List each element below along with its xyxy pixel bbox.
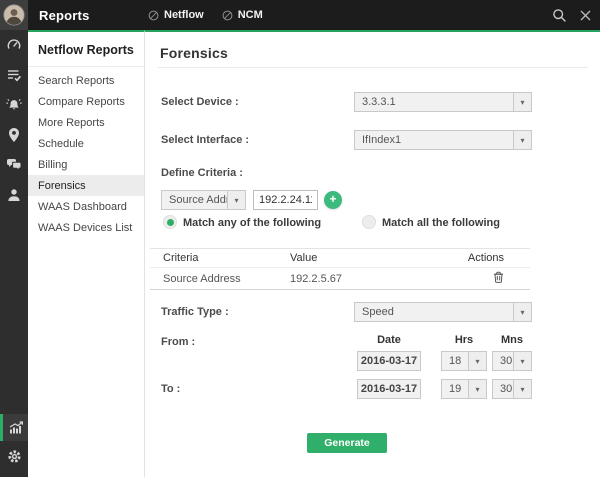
chevron-down-icon[interactable]: ▾ (513, 93, 531, 111)
user-photo-icon (3, 4, 25, 26)
tab-ncm-label: NCM (238, 9, 263, 21)
sidebar-item-compare-reports[interactable]: Compare Reports (28, 91, 144, 112)
traffic-type-label: Traffic Type : (161, 302, 229, 322)
topbar-tabs: Netflow NCM (148, 0, 263, 30)
close-icon[interactable] (579, 9, 592, 22)
sidebar-item-schedule[interactable]: Schedule (28, 133, 144, 154)
traffic-type-value: Speed (355, 303, 513, 321)
settings-gear-icon[interactable] (0, 441, 28, 471)
tab-netflow-label: Netflow (164, 9, 204, 21)
row-value: 192.2.5.67 (290, 273, 446, 285)
row-criteria: Source Address (150, 273, 290, 285)
criteria-type-dropdown[interactable]: Source Address ▾ (161, 190, 246, 210)
select-interface-dropdown[interactable]: IfIndex1 ▾ (354, 130, 532, 150)
select-device-label: Select Device : (161, 92, 239, 112)
table-row: Source Address 192.2.5.67 (150, 268, 530, 290)
page-title: Reports (39, 8, 90, 23)
sidebar-item-billing[interactable]: Billing (28, 154, 144, 175)
reports-list-icon[interactable] (0, 60, 28, 90)
topbar: Reports Netflow NCM (0, 0, 600, 30)
topbar-actions (552, 0, 592, 30)
circle-slash-icon (222, 10, 233, 21)
rail-bottom-group (0, 414, 28, 471)
from-hrs-value: 18 (442, 352, 468, 370)
col-value: Value (290, 252, 446, 264)
select-interface-label: Select Interface : (161, 130, 249, 150)
icon-rail (0, 30, 28, 477)
chevron-down-icon[interactable]: ▾ (513, 380, 531, 398)
sidebar-item-search-reports[interactable]: Search Reports (28, 70, 144, 91)
add-criteria-button[interactable]: + (324, 191, 342, 209)
sidebar-item-forensics[interactable]: Forensics (28, 175, 144, 196)
to-label: To : (161, 379, 180, 399)
chevron-down-icon[interactable]: ▾ (468, 352, 486, 370)
from-hrs-select[interactable]: 18 ▾ (441, 351, 487, 371)
to-hrs-select[interactable]: 19 ▾ (441, 379, 487, 399)
criteria-value-input[interactable] (253, 190, 318, 210)
sidebar-items: Search Reports Compare Reports More Repo… (28, 67, 144, 238)
to-date-field[interactable]: 2016-03-17 (357, 379, 421, 399)
charts-icon[interactable] (0, 414, 28, 441)
from-mns-value: 30 (493, 352, 513, 370)
chevron-down-icon[interactable]: ▾ (468, 380, 486, 398)
users-icon[interactable] (0, 180, 28, 210)
hrs-column-header: Hrs (441, 334, 487, 346)
tab-netflow[interactable]: Netflow (148, 9, 204, 21)
to-hrs-value: 19 (442, 380, 468, 398)
heading-divider (158, 67, 588, 68)
generate-report-button[interactable]: Generate Report (307, 433, 387, 453)
criteria-table: Criteria Value Actions Source Address 19… (150, 248, 530, 290)
to-mns-select[interactable]: 30 ▾ (492, 379, 532, 399)
sidebar-title: Netflow Reports (28, 32, 144, 67)
mns-column-header: Mns (492, 334, 532, 346)
search-icon[interactable] (552, 8, 567, 23)
chevron-down-icon[interactable]: ▾ (513, 303, 531, 321)
forensics-panel: Forensics Select Device : 3.3.3.1 ▾ Sele… (145, 30, 600, 477)
select-device-dropdown[interactable]: 3.3.3.1 ▾ (354, 92, 532, 112)
from-mns-select[interactable]: 30 ▾ (492, 351, 532, 371)
circle-slash-icon (148, 10, 159, 21)
sidebar: Netflow Reports Search Reports Compare R… (28, 30, 145, 477)
delete-criteria-icon[interactable] (493, 271, 504, 283)
col-actions: Actions (446, 252, 530, 264)
date-column-header: Date (357, 334, 421, 346)
chat-icon[interactable] (0, 150, 28, 180)
criteria-type-value: Source Address (162, 191, 227, 209)
dashboard-gauge-icon[interactable] (0, 30, 28, 60)
select-device-value: 3.3.3.1 (355, 93, 513, 111)
alarms-bell-icon[interactable] (0, 90, 28, 120)
select-interface-value: IfIndex1 (355, 131, 513, 149)
sidebar-item-waas-devices-list[interactable]: WAAS Devices List (28, 217, 144, 238)
col-criteria: Criteria (150, 252, 290, 264)
maps-pin-icon[interactable] (0, 120, 28, 150)
match-any-radio[interactable] (163, 215, 177, 229)
chevron-down-icon[interactable]: ▾ (513, 352, 531, 370)
sidebar-item-waas-dashboard[interactable]: WAAS Dashboard (28, 196, 144, 217)
avatar[interactable] (0, 0, 28, 30)
to-mns-value: 30 (493, 380, 513, 398)
match-all-label[interactable]: Match all the following (382, 216, 500, 230)
sidebar-item-more-reports[interactable]: More Reports (28, 112, 144, 133)
chevron-down-icon[interactable]: ▾ (227, 191, 245, 209)
panel-heading: Forensics (160, 45, 228, 61)
define-criteria-label: Define Criteria : (161, 163, 243, 183)
from-date-field[interactable]: 2016-03-17 (357, 351, 421, 371)
tab-ncm[interactable]: NCM (222, 9, 263, 21)
traffic-type-dropdown[interactable]: Speed ▾ (354, 302, 532, 322)
criteria-table-header: Criteria Value Actions (150, 248, 530, 268)
match-any-label[interactable]: Match any of the following (183, 216, 321, 230)
chevron-down-icon[interactable]: ▾ (513, 131, 531, 149)
match-all-radio[interactable] (362, 215, 376, 229)
from-label: From : (161, 332, 195, 352)
